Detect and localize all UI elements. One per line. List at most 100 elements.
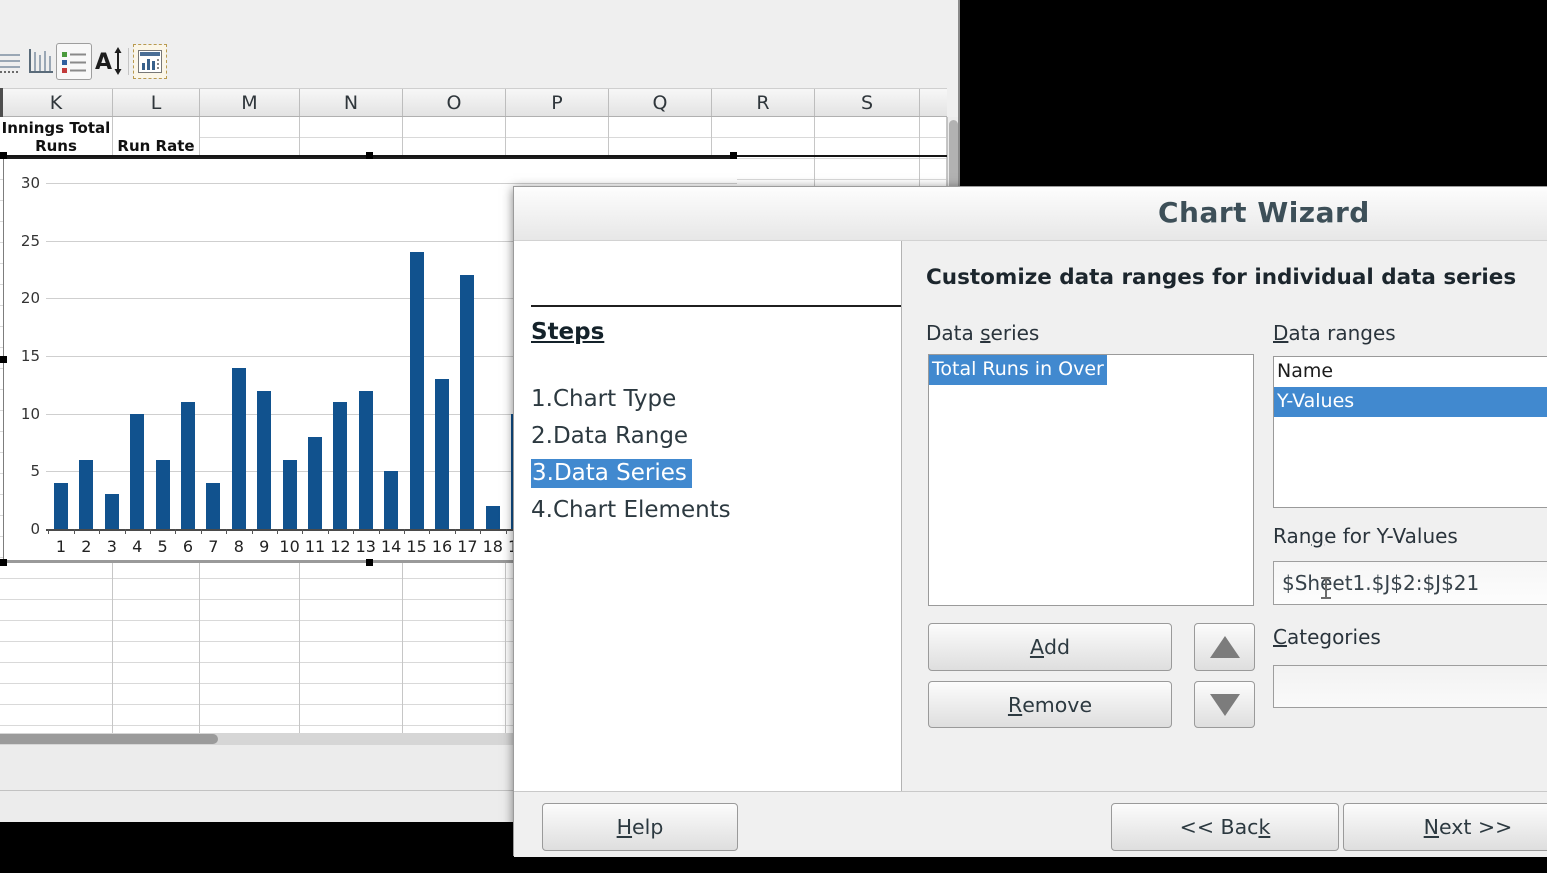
data-series-listbox[interactable]: Total Runs in Over	[928, 354, 1254, 606]
steps-heading: Steps	[531, 319, 604, 345]
wizard-step-3[interactable]: 3.Data Series	[531, 455, 735, 492]
x-axis-tick	[277, 529, 278, 534]
chart-gridline	[46, 183, 737, 184]
bar-13[interactable]	[359, 391, 373, 529]
x-axis-tick-label: 11	[302, 537, 328, 556]
bar-17[interactable]	[460, 275, 474, 529]
data-ranges-listbox[interactable]: NameY-Values	[1273, 356, 1547, 508]
bar-10[interactable]	[283, 460, 297, 529]
bar-16[interactable]	[435, 379, 449, 529]
categories-input[interactable]	[1273, 665, 1547, 708]
x-axis-tick-label: 2	[73, 537, 99, 556]
help-button[interactable]: Help	[542, 803, 738, 851]
up-arrow-icon	[1210, 636, 1240, 658]
x-axis-tick-label: 10	[277, 537, 303, 556]
x-axis-tick	[328, 529, 329, 534]
horizontal-scrollbar-thumb[interactable]	[0, 734, 218, 744]
bar-15[interactable]	[410, 252, 424, 529]
x-axis-tick	[226, 529, 227, 534]
bar-6[interactable]	[181, 402, 195, 529]
back-button[interactable]: << Back	[1111, 803, 1339, 851]
bar-5[interactable]	[156, 460, 170, 529]
x-axis-tick-label: 15	[404, 537, 430, 556]
bar-8[interactable]	[232, 368, 246, 529]
data-series-label: Data series	[926, 321, 1039, 345]
x-axis-tick-label: 17	[454, 537, 480, 556]
move-down-button[interactable]	[1194, 681, 1255, 728]
remove-button[interactable]: Remove	[928, 681, 1172, 728]
wizard-step-1[interactable]: 1.Chart Type	[531, 381, 735, 418]
x-axis-tick	[302, 529, 303, 534]
x-axis-tick	[48, 529, 49, 534]
bar-4[interactable]	[130, 414, 144, 529]
steps-rule	[531, 305, 901, 307]
bar-18[interactable]	[486, 506, 500, 529]
axes-grid-icon[interactable]	[0, 46, 22, 76]
x-axis-tick	[125, 529, 126, 534]
y-axis-tick-label: 25	[6, 232, 40, 250]
wizard-step-2[interactable]: 2.Data Range	[531, 418, 735, 455]
x-axis-tick-label: 8	[226, 537, 252, 556]
x-axis-tick	[455, 529, 456, 534]
y-axis-tick-label: 10	[6, 405, 40, 423]
x-axis-tick	[353, 529, 354, 534]
x-axis-tick	[99, 529, 100, 534]
x-axis-tick-label: 7	[200, 537, 226, 556]
bar-11[interactable]	[308, 437, 322, 529]
range-for-y-values-label: Range for Y-Values	[1273, 524, 1458, 548]
x-axis-tick-label: 13	[353, 537, 379, 556]
legend-toggle-icon[interactable]	[56, 43, 92, 80]
list-item[interactable]: Name	[1274, 357, 1547, 387]
screen: A KLMNOPQRS Innings Total Runs Run Rate …	[0, 0, 1547, 873]
wizard-step-4[interactable]: 4.Chart Elements	[531, 492, 735, 529]
selection-handle-top-left[interactable]	[0, 152, 7, 159]
cell-K1[interactable]: Innings Total Runs	[0, 118, 112, 156]
x-axis-tick-label: 12	[327, 537, 353, 556]
bar-7[interactable]	[206, 483, 220, 529]
y-axis-tick-label: 20	[6, 289, 40, 307]
add-button[interactable]: Add	[928, 623, 1172, 671]
column-header-L[interactable]: L	[113, 89, 200, 116]
list-item[interactable]: Total Runs in Over	[929, 355, 1107, 385]
selection-handle-left-mid[interactable]	[0, 356, 7, 363]
next-button[interactable]: Next >>	[1343, 803, 1547, 851]
x-axis-tick	[480, 529, 481, 534]
bar-2[interactable]	[79, 460, 93, 529]
y-axis-tick-label: 0	[6, 520, 40, 538]
data-ranges-label: Data ranges	[1273, 321, 1396, 345]
selection-handle-bottom-mid[interactable]	[366, 559, 373, 566]
list-item[interactable]: Y-Values	[1274, 387, 1547, 417]
x-axis-tick-label: 14	[378, 537, 404, 556]
chart-data-table-icon[interactable]	[134, 45, 166, 78]
column-headers: KLMNOPQRS	[0, 88, 947, 117]
column-header-S[interactable]: S	[815, 89, 920, 116]
bar-3[interactable]	[105, 494, 119, 529]
steps-panel: Steps 1.Chart Type2.Data Range3.Data Ser…	[514, 241, 902, 791]
column-header-R[interactable]: R	[712, 89, 815, 116]
selection-handle-bottom-left[interactable]	[0, 559, 7, 566]
move-up-button[interactable]	[1194, 623, 1255, 671]
bar-9[interactable]	[257, 391, 271, 529]
y-axis-tick-label: 30	[6, 174, 40, 192]
bar-1[interactable]	[54, 483, 68, 529]
cell-L1[interactable]: Run Rate	[113, 118, 199, 156]
bar-12[interactable]	[333, 402, 347, 529]
x-axis-tick	[379, 529, 380, 534]
column-header-Q[interactable]: Q	[609, 89, 712, 116]
range-input[interactable]: $Sheet1.$J$2:$J$21	[1273, 561, 1547, 605]
column-header-M[interactable]: M	[200, 89, 300, 116]
text-scale-icon[interactable]: A	[94, 46, 124, 76]
column-header-N[interactable]: N	[300, 89, 403, 116]
column-header-P[interactable]: P	[506, 89, 609, 116]
x-axis-tick-label: 3	[99, 537, 125, 556]
vertical-grid-icon[interactable]	[27, 46, 53, 76]
dialog-title: Chart Wizard	[1158, 196, 1370, 229]
selection-handle-top-right[interactable]	[730, 152, 737, 159]
dialog-header[interactable]: Chart Wizard	[514, 187, 1547, 241]
bar-14[interactable]	[384, 471, 398, 529]
x-axis-tick	[74, 529, 75, 534]
column-header-K[interactable]: K	[0, 89, 113, 116]
column-header-O[interactable]: O	[403, 89, 506, 116]
x-axis-tick-label: 6	[175, 537, 201, 556]
selection-handle-top-mid[interactable]	[366, 152, 373, 159]
